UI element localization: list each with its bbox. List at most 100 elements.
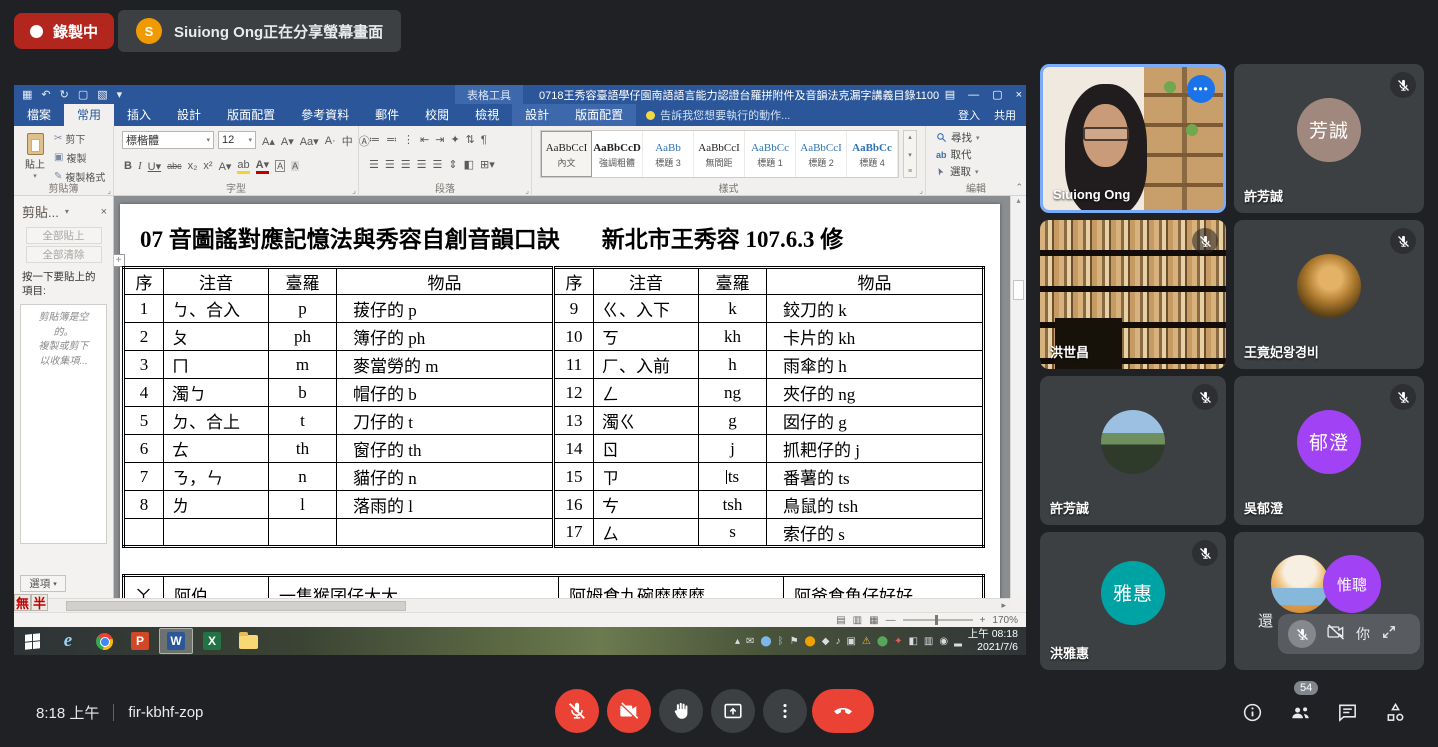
borders-icon[interactable]: ⊞▾: [480, 158, 495, 171]
align-right-icon[interactable]: ☰: [401, 158, 411, 171]
subscript-icon[interactable]: x₂: [188, 160, 198, 172]
camera-toggle-button[interactable]: [607, 689, 651, 733]
italic-icon[interactable]: I: [138, 160, 142, 172]
zoom-in-icon[interactable]: +: [980, 615, 986, 626]
tray-icon-12[interactable]: ◧: [908, 636, 917, 647]
ribbon-tab-檢視[interactable]: 檢視: [462, 104, 512, 126]
tray-icon-7[interactable]: ♪: [835, 636, 840, 647]
paste-all-button[interactable]: 全部貼上: [26, 227, 102, 244]
character-shading-icon[interactable]: A: [291, 161, 299, 171]
tray-icon-8[interactable]: ▣: [846, 636, 855, 647]
ime-indicator-無[interactable]: 無: [14, 594, 31, 611]
cut-button[interactable]: ✂剪下: [54, 131, 105, 146]
ribbon-tab-郵件[interactable]: 郵件: [362, 104, 412, 126]
tray-icon-15[interactable]: ▂: [954, 636, 962, 647]
participant-tile-許芳誠[interactable]: 芳誠許芳誠: [1234, 64, 1424, 213]
tray-icon-14[interactable]: ◉: [939, 636, 948, 647]
fullscreen-icon[interactable]: [1380, 623, 1398, 646]
style-內文[interactable]: AaBbCcI內文: [541, 131, 592, 177]
more-options-button[interactable]: [763, 689, 807, 733]
text-effects-icon[interactable]: A▾: [219, 160, 232, 173]
tray-icon-1[interactable]: ✉: [746, 636, 754, 647]
present-screen-button[interactable]: [711, 689, 755, 733]
taskbar-clock[interactable]: 上午 08:18 2021/7/6: [968, 628, 1026, 654]
tell-me-box[interactable]: 告訴我您想要執行的動作...: [636, 104, 800, 126]
phonetics-table[interactable]: 序注音臺羅物品序注音臺羅物品1ㄅ、合入p菝仔的 p9ㄍ、入下k鉸刀的 k2ㄆph…: [122, 266, 985, 548]
participant-tile-Siuiong Ong[interactable]: Siuiong Ong•••: [1040, 64, 1226, 213]
collapse-ribbon-icon[interactable]: ⌃: [1015, 182, 1023, 193]
replace-button[interactable]: ab 取代: [936, 147, 980, 162]
ribbon-options-icon[interactable]: ▤: [945, 88, 955, 101]
mic-toggle-button[interactable]: [555, 689, 599, 733]
underline-icon[interactable]: U▾: [148, 160, 161, 173]
save-icon[interactable]: ▦: [22, 88, 32, 101]
taskbar-explorer[interactable]: [231, 628, 265, 654]
strikethrough-icon[interactable]: abc: [167, 161, 182, 171]
next-table-clipped[interactable]: ㄚ阿伯一隻猴囝仔大大阿姆食九碗糜糜糜阿爸食魚仔好好: [122, 574, 985, 598]
highlight-icon[interactable]: ab: [237, 159, 249, 174]
decrease-indent-icon[interactable]: ⇤: [420, 133, 429, 146]
vscroll-thumb[interactable]: [1013, 280, 1024, 300]
minimize-icon[interactable]: —: [968, 89, 979, 101]
bold-icon[interactable]: B: [124, 160, 132, 172]
self-camera-off-icon[interactable]: [1326, 622, 1346, 647]
ribbon-tab-常用[interactable]: 常用: [64, 104, 114, 126]
sort-icon[interactable]: ⇅: [466, 133, 475, 146]
taskbar-word[interactable]: W: [159, 628, 193, 654]
tray-icon-5[interactable]: ⬤: [805, 636, 816, 647]
zoom-slider[interactable]: [903, 619, 973, 621]
participant-tile-惟聰[interactable]: 惟聰還你: [1234, 532, 1424, 670]
style-標題 1[interactable]: AaBbCc標題 1: [745, 131, 796, 177]
open-icon[interactable]: ▧: [97, 88, 107, 101]
ribbon-tab-版面配置[interactable]: 版面配置: [214, 104, 288, 126]
share-button[interactable]: 共用: [994, 107, 1016, 123]
participant-tile-洪世昌[interactable]: 洪世昌: [1040, 220, 1226, 369]
raise-hand-button[interactable]: [659, 689, 703, 733]
multilevel-list-icon[interactable]: ⋮: [403, 133, 414, 146]
align-left-icon[interactable]: ☰: [369, 158, 379, 171]
read-mode-icon[interactable]: ▤: [836, 615, 845, 626]
clear-all-button[interactable]: 全部清除: [26, 246, 102, 263]
shrink-font-icon[interactable]: A▾: [281, 135, 294, 148]
chat-button[interactable]: [1327, 692, 1367, 732]
tray-icon-13[interactable]: ▥: [924, 636, 933, 647]
tray-icon-0[interactable]: ▴: [735, 636, 740, 647]
justify-icon[interactable]: ☰: [417, 158, 427, 171]
clipboard-dialog-launcher[interactable]: ⌟: [107, 186, 111, 195]
table-tools-tab-版面配置[interactable]: 版面配置: [562, 104, 636, 126]
horizontal-scrollbar[interactable]: ◂ ▸: [14, 598, 1010, 612]
pane-menu-icon[interactable]: ▾: [65, 207, 69, 216]
show-everyone-button[interactable]: [1280, 692, 1320, 732]
participant-tile-許芳誠[interactable]: 許芳誠: [1040, 376, 1226, 525]
document-page[interactable]: 07 音圖謠對應記憶法與秀容自創音韻口訣 新北市王秀容 107.6.3 修 + …: [120, 204, 1000, 598]
styles-gallery-scroll[interactable]: ▴▾≡: [903, 130, 917, 178]
activities-button[interactable]: [1375, 692, 1415, 732]
tile-more-options-icon[interactable]: •••: [1187, 75, 1215, 103]
grow-font-icon[interactable]: A▴: [262, 135, 275, 148]
tray-icon-2[interactable]: ⬤: [760, 636, 771, 647]
participant-tile-洪雅惠[interactable]: 雅惠洪雅惠: [1040, 532, 1226, 670]
self-view-controls[interactable]: 你: [1278, 614, 1420, 654]
pane-close-icon[interactable]: ×: [101, 206, 107, 218]
web-layout-icon[interactable]: ▦: [869, 615, 878, 626]
ribbon-tab-設計[interactable]: 設計: [164, 104, 214, 126]
tray-icon-11[interactable]: ✦: [894, 636, 902, 647]
asian-layout-icon[interactable]: ✦: [450, 133, 459, 146]
ribbon-tab-參考資料[interactable]: 參考資料: [288, 104, 362, 126]
font-name-combo[interactable]: 標楷體▾: [122, 131, 214, 149]
tray-icon-10[interactable]: ⬤: [877, 636, 888, 647]
ribbon-tab-插入[interactable]: 插入: [114, 104, 164, 126]
font-size-combo[interactable]: 12▾: [218, 131, 256, 149]
style-無間距[interactable]: AaBbCcI無間距: [694, 131, 745, 177]
meeting-details-button[interactable]: [1232, 692, 1272, 732]
hscroll-right-icon[interactable]: ▸: [1001, 600, 1006, 611]
character-border-icon[interactable]: A: [275, 160, 285, 172]
font-dialog-launcher[interactable]: ⌟: [352, 186, 356, 195]
show-marks-icon[interactable]: ¶: [481, 134, 487, 146]
start-button[interactable]: [14, 627, 50, 655]
increase-indent-icon[interactable]: ⇥: [435, 133, 444, 146]
find-button[interactable]: 尋找▾: [936, 130, 980, 145]
hscroll-thumb[interactable]: [66, 601, 406, 611]
ime-indicator-半[interactable]: 半: [31, 594, 48, 611]
bullets-icon[interactable]: ≔: [369, 133, 380, 146]
